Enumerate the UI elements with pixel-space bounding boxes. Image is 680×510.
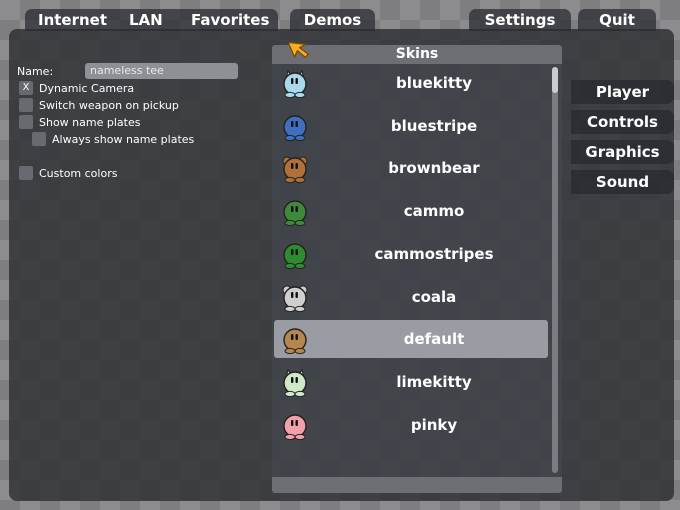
menu-graphics[interactable]: Graphics bbox=[571, 140, 674, 164]
skin-row[interactable]: bluestripe bbox=[274, 107, 548, 145]
skin-row[interactable]: cammo bbox=[274, 192, 548, 230]
menu-player[interactable]: Player bbox=[571, 80, 674, 104]
name-input[interactable] bbox=[85, 63, 238, 79]
skins-header: Skins bbox=[272, 45, 562, 64]
dynamic-camera-checkbox[interactable]: X bbox=[19, 81, 33, 95]
skin-name: coala bbox=[411, 287, 457, 306]
always-show-name-plates-checkbox[interactable] bbox=[32, 132, 46, 146]
skin-name: brownbear bbox=[388, 159, 480, 178]
tab-quit[interactable]: Quit bbox=[578, 9, 656, 31]
tab-demos[interactable]: Demos bbox=[290, 9, 375, 31]
skin-row[interactable]: bluekitty bbox=[274, 64, 548, 102]
mouse-cursor-icon bbox=[289, 41, 309, 59]
name-label: Name: bbox=[17, 65, 54, 78]
skin-name: default bbox=[403, 330, 465, 349]
skin-name: cammostripes bbox=[374, 244, 494, 263]
tab-group-browser: Internet LAN Favorites bbox=[25, 9, 278, 31]
tab-lan[interactable]: LAN bbox=[129, 9, 163, 31]
option-switch-weapon[interactable]: Switch weapon on pickup bbox=[19, 98, 179, 112]
option-custom-colors[interactable]: Custom colors bbox=[19, 166, 117, 180]
menu-controls[interactable]: Controls bbox=[571, 110, 674, 134]
dynamic-camera-label: Dynamic Camera bbox=[39, 81, 135, 95]
skin-name: bluestripe bbox=[390, 116, 478, 135]
switch-weapon-checkbox[interactable] bbox=[19, 98, 33, 112]
skin-row[interactable]: brownbear bbox=[274, 149, 548, 187]
show-name-plates-checkbox[interactable] bbox=[19, 115, 33, 129]
skin-name: pinky bbox=[410, 415, 458, 434]
switch-weapon-label: Switch weapon on pickup bbox=[39, 98, 179, 112]
menu-sound[interactable]: Sound bbox=[571, 170, 674, 194]
skin-name: limekitty bbox=[396, 372, 472, 391]
skins-scrollbar[interactable] bbox=[552, 67, 558, 473]
skin-name: cammo bbox=[403, 202, 465, 221]
settings-menu: Player Controls Graphics Sound bbox=[571, 80, 674, 200]
skin-row[interactable]: coala bbox=[274, 278, 548, 316]
tab-settings[interactable]: Settings bbox=[469, 9, 571, 31]
skin-row[interactable]: limekitty bbox=[274, 363, 548, 401]
skin-row[interactable]: cammostripes bbox=[274, 235, 548, 273]
skins-footer bbox=[272, 477, 562, 493]
tab-internet[interactable]: Internet bbox=[38, 9, 107, 31]
option-always-show-name-plates[interactable]: Always show name plates bbox=[32, 132, 194, 146]
show-name-plates-label: Show name plates bbox=[39, 115, 141, 129]
always-show-name-plates-label: Always show name plates bbox=[52, 132, 195, 146]
custom-colors-label: Custom colors bbox=[39, 166, 118, 180]
tab-favorites[interactable]: Favorites bbox=[191, 9, 269, 31]
option-show-name-plates[interactable]: Show name plates bbox=[19, 115, 140, 129]
skin-name: bluekitty bbox=[396, 74, 472, 92]
option-dynamic-camera[interactable]: X Dynamic Camera bbox=[19, 81, 134, 95]
skin-row[interactable]: pinky bbox=[274, 406, 548, 444]
skin-row[interactable]: default bbox=[274, 320, 548, 359]
custom-colors-checkbox[interactable] bbox=[19, 166, 33, 180]
skins-scroll-thumb[interactable] bbox=[552, 67, 558, 93]
